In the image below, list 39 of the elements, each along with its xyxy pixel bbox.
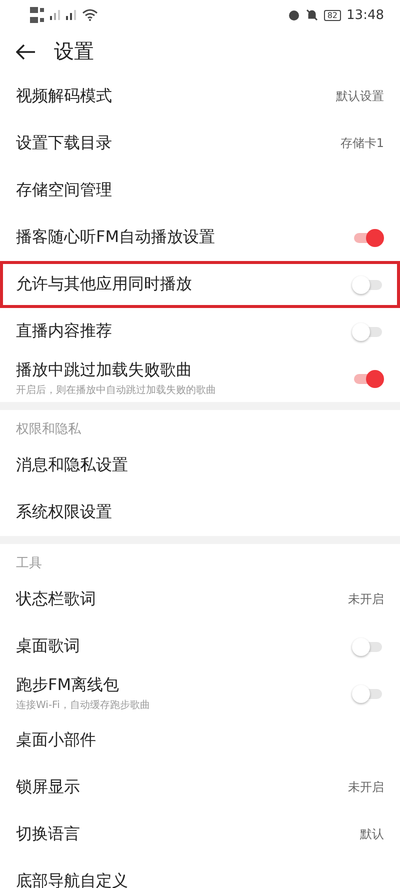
- setting-label[interactable]: 切换语言: [16, 824, 360, 845]
- setting-value[interactable]: 存储卡1: [340, 135, 384, 152]
- signal-icon: [50, 10, 60, 20]
- setting-label[interactable]: 视频解码模式: [16, 86, 336, 107]
- setting-label[interactable]: 设置下载目录: [16, 133, 340, 154]
- sim-icon: [30, 5, 44, 25]
- setting-label[interactable]: 播客随心听FM自动播放设置: [16, 227, 352, 248]
- mute-icon: [306, 9, 318, 21]
- toggle-switch[interactable]: [352, 322, 384, 340]
- toggle-switch[interactable]: [352, 370, 384, 388]
- page-title: 设置: [54, 38, 94, 65]
- setting-description: 开启后，则在播放中自动跳过加载失败的歌曲: [16, 384, 217, 397]
- setting-label[interactable]: 消息和隐私设置: [16, 455, 384, 476]
- section-header: 权限和隐私: [15, 421, 82, 439]
- setting-label[interactable]: 桌面歌词: [16, 636, 352, 657]
- section-header: 工具: [15, 555, 43, 573]
- setting-label[interactable]: 允许与其他应用同时播放: [16, 274, 352, 295]
- signal-icon: [66, 10, 76, 20]
- toggle-switch[interactable]: [352, 684, 384, 702]
- setting-value[interactable]: 未开启: [348, 779, 384, 796]
- setting-value[interactable]: 默认: [360, 826, 384, 843]
- setting-label[interactable]: 跑步FM离线包: [16, 675, 352, 696]
- setting-description: 连接Wi-Fi，自动缓存跑步歌曲: [16, 698, 151, 712]
- setting-value[interactable]: 未开启: [348, 591, 384, 608]
- setting-value[interactable]: 默认设置: [336, 88, 384, 105]
- back-button[interactable]: [16, 44, 36, 60]
- setting-label[interactable]: 直播内容推荐: [16, 321, 352, 342]
- battery-indicator: 82: [324, 10, 341, 20]
- setting-label[interactable]: 播放中跳过加载失败歌曲: [16, 360, 352, 381]
- toggle-switch[interactable]: [352, 228, 384, 246]
- wifi-icon: [82, 9, 98, 21]
- setting-label[interactable]: 系统权限设置: [16, 502, 384, 523]
- setting-label[interactable]: 存储空间管理: [16, 180, 384, 201]
- toggle-switch[interactable]: [352, 638, 384, 656]
- setting-label[interactable]: 状态栏歌词: [16, 589, 348, 610]
- clock: 13:48: [346, 8, 384, 22]
- toggle-switch[interactable]: [352, 276, 384, 294]
- setting-label[interactable]: 桌面小部件: [16, 730, 384, 751]
- setting-label[interactable]: 锁屏显示: [16, 777, 348, 798]
